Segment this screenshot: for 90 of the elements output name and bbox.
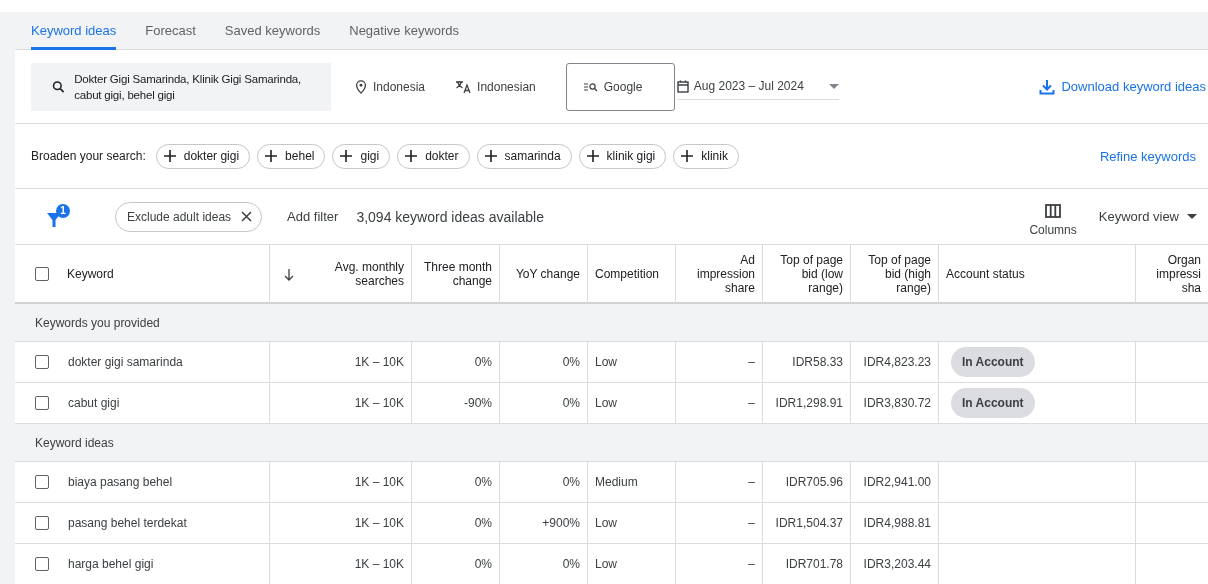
account-status-badge: In Account (951, 347, 1035, 377)
table-cell: 1K – 10K (354, 557, 404, 571)
column-header[interactable]: Keyword (67, 266, 114, 281)
date-range-dropdown[interactable]: Aug 2023 – Jul 2024 (676, 73, 839, 100)
network-selector[interactable]: Google (565, 62, 675, 111)
download-icon (1039, 78, 1056, 95)
table-cell: IDR4,823.23 (863, 355, 931, 369)
plus-icon (163, 150, 176, 162)
table-cell: 0% (474, 516, 492, 530)
keyword-view-dropdown[interactable]: Keyword view (1098, 209, 1197, 224)
plus-icon (265, 150, 278, 162)
calendar-icon (676, 79, 689, 93)
table-cell: Low (595, 396, 617, 410)
table-cell: IDR3,830.72 (863, 396, 931, 410)
dropdown-caret-icon (1187, 214, 1197, 219)
tab[interactable]: Saved keywords (224, 12, 321, 50)
table-cell: 1K – 10K (354, 396, 404, 410)
keyword-cell: dokter gigi samarinda (68, 355, 183, 369)
table-cell: IDR3,203.44 (863, 557, 931, 571)
sort-down-arrow-icon[interactable] (284, 269, 294, 281)
row-checkbox[interactable] (35, 396, 49, 410)
plus-icon (586, 150, 599, 162)
table-cell: IDR701.78 (785, 557, 843, 571)
table-cell: 0% (474, 557, 492, 571)
tab[interactable]: Forecast (145, 12, 196, 50)
table-cell: 0% (562, 396, 580, 410)
column-header[interactable]: Organ impressi sha (1156, 252, 1201, 295)
table-cell: Medium (595, 475, 638, 489)
table-cell: IDR1,298.91 (775, 396, 843, 410)
refine-keywords-link[interactable]: Refine keywords (1099, 148, 1196, 164)
columns-icon (1045, 204, 1062, 218)
filter-button[interactable]: 1 (47, 201, 77, 232)
columns-button[interactable]: Columns (1029, 204, 1077, 237)
location-selector[interactable]: Indonesia (355, 79, 426, 94)
table-cell: – (748, 557, 755, 571)
table-cell: 1K – 10K (354, 516, 404, 530)
table-cell: IDR58.33 (792, 355, 843, 369)
account-status-badge: In Account (951, 388, 1035, 418)
table-cell: IDR4,988.81 (863, 516, 931, 530)
table-cell: Low (595, 557, 617, 571)
table-cell: – (748, 475, 755, 489)
column-header[interactable]: Competition (595, 266, 660, 281)
table-cell: 0% (562, 355, 580, 369)
plus-icon (484, 150, 497, 162)
plus-icon (681, 150, 694, 162)
table-cell: – (748, 355, 755, 369)
keyword-cell: pasang behel terdekat (68, 516, 187, 530)
table-cell: 0% (474, 475, 492, 489)
keyword-count: 3,094 keyword ideas available (356, 208, 544, 225)
language-selector[interactable]: Indonesian (455, 79, 536, 94)
table-cell: IDR2,941.00 (863, 475, 931, 489)
dropdown-caret-icon (828, 83, 839, 89)
broaden-label: Broaden your search: (31, 149, 146, 163)
table-cell: 1K – 10K (354, 355, 404, 369)
table-cell: IDR1,504.37 (775, 516, 843, 530)
plus-icon (405, 150, 418, 162)
group-heading: Keywords you provided (35, 315, 160, 330)
row-checkbox[interactable] (35, 516, 49, 530)
table-cell: IDR705.96 (785, 475, 843, 489)
filter-count-badge: 1 (56, 203, 70, 218)
table-cell: +900% (542, 516, 580, 530)
table-cell: Low (595, 516, 617, 530)
row-checkbox[interactable] (35, 355, 49, 369)
row-checkbox[interactable] (35, 475, 49, 489)
close-icon (241, 211, 253, 222)
table-cell: Low (595, 355, 617, 369)
table-cell: – (748, 516, 755, 530)
table-cell: 0% (562, 475, 580, 489)
group-heading: Keyword ideas (35, 435, 114, 450)
translate-icon (455, 79, 472, 94)
table-cell: – (748, 396, 755, 410)
keyword-cell: harga behel gigi (68, 557, 154, 571)
select-all-checkbox[interactable] (35, 266, 49, 281)
table-cell: -90% (464, 396, 492, 410)
column-header[interactable]: YoY change (515, 266, 580, 281)
table-cell: 1K – 10K (354, 475, 404, 489)
table-cell: 0% (562, 557, 580, 571)
table-cell: 0% (474, 355, 492, 369)
tab[interactable]: Negative keywords (349, 12, 460, 50)
download-link[interactable]: Download keyword ideas (1039, 78, 1206, 95)
keyword-cell: cabut gigi (68, 396, 120, 410)
search-list-icon (583, 81, 598, 92)
tab[interactable]: Keyword ideas (31, 12, 117, 50)
column-header[interactable]: Account status (946, 266, 1025, 281)
row-checkbox[interactable] (35, 557, 49, 571)
add-filter-button[interactable]: Add filter (287, 209, 339, 224)
search-field[interactable]: Dokter Gigi Samarinda, Klinik Gigi Samarinda, cabut gigi, behel gigi (31, 62, 331, 111)
location-pin-icon (355, 79, 367, 94)
plus-icon (340, 150, 353, 162)
keyword-cell: biaya pasang behel (68, 475, 173, 489)
